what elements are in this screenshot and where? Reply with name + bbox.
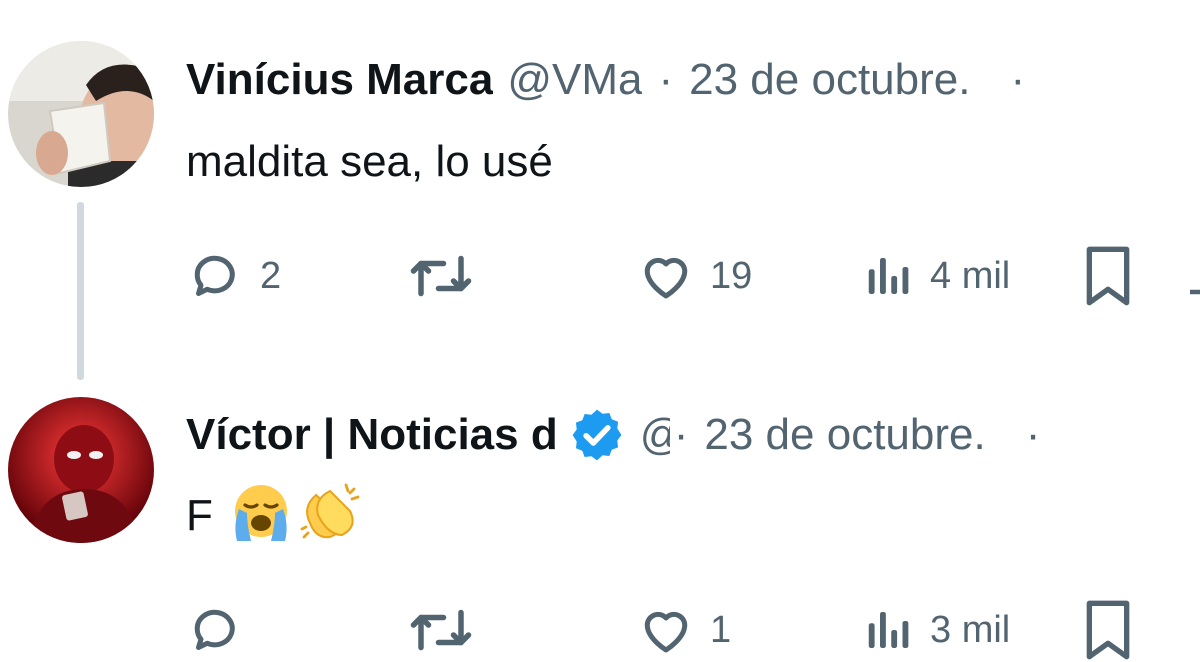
retweet-icon (410, 255, 472, 297)
clapping-hands-icon (297, 479, 367, 554)
like-button[interactable]: 19 (636, 244, 752, 308)
more-options-icon[interactable]: · (1026, 410, 1041, 460)
reply-count: 2 (260, 254, 282, 297)
views-count: 3 mil (930, 608, 1011, 651)
reply-button[interactable] (186, 598, 260, 662)
author-handle[interactable]: @VMa (507, 55, 642, 105)
bookmark-button[interactable] (1080, 598, 1136, 662)
retweet-button[interactable] (406, 598, 476, 662)
tweet-text-content: F (186, 491, 213, 540)
tweet-actions: 1 3 mil (186, 598, 1200, 662)
author-name[interactable]: Vinícius Marca (186, 55, 493, 105)
tweet-text-content: maldita sea, lo usé (186, 137, 553, 186)
author-handle[interactable]: @ (640, 410, 670, 460)
views-chart-icon (868, 258, 909, 294)
verified-badge-icon (568, 406, 626, 464)
tweet-text: maldita sea, lo usé (186, 132, 553, 192)
bookmark-button[interactable] (1080, 244, 1136, 308)
tweet-date[interactable]: 23 de octubre. (704, 410, 985, 460)
views-count: 4 mil (930, 254, 1011, 297)
bookmark-icon (1086, 246, 1130, 306)
reply-icon (194, 255, 235, 296)
separator-dot: · (658, 55, 674, 104)
thread-connector-line (77, 202, 84, 380)
author-name[interactable]: Víctor | Noticias d (186, 410, 558, 460)
avatar[interactable] (8, 41, 154, 187)
more-options-icon[interactable]: · (1010, 55, 1025, 105)
views-chart-icon (868, 612, 909, 648)
bookmark-icon (1086, 600, 1130, 660)
views-button[interactable]: 3 mil (862, 598, 1010, 662)
heart-icon (644, 612, 688, 653)
share-button[interactable] (1190, 244, 1200, 308)
share-icon (1190, 289, 1200, 295)
reply-icon (194, 609, 235, 650)
tweet-header: Vinícius Marca @VMa · 23 de octubre. · (186, 50, 1200, 110)
loudly-crying-face-icon (227, 479, 295, 554)
like-button[interactable]: 1 (636, 598, 731, 662)
heart-icon (644, 258, 688, 299)
retweet-icon (410, 609, 472, 651)
tweet-date[interactable]: 23 de octubre. (689, 55, 970, 105)
views-button[interactable]: 4 mil (862, 244, 1010, 308)
tweet-text: F (186, 483, 367, 546)
tweet-actions: 2 19 4 mil (186, 244, 1200, 308)
reply-button[interactable]: 2 (186, 244, 281, 308)
avatar[interactable] (8, 397, 154, 543)
like-count: 19 (710, 254, 753, 297)
like-count: 1 (710, 608, 732, 651)
separator-dot: · (673, 410, 689, 459)
tweet-header: Víctor | Noticias d @ · 23 de octubre. · (186, 405, 1200, 465)
retweet-button[interactable] (406, 244, 476, 308)
